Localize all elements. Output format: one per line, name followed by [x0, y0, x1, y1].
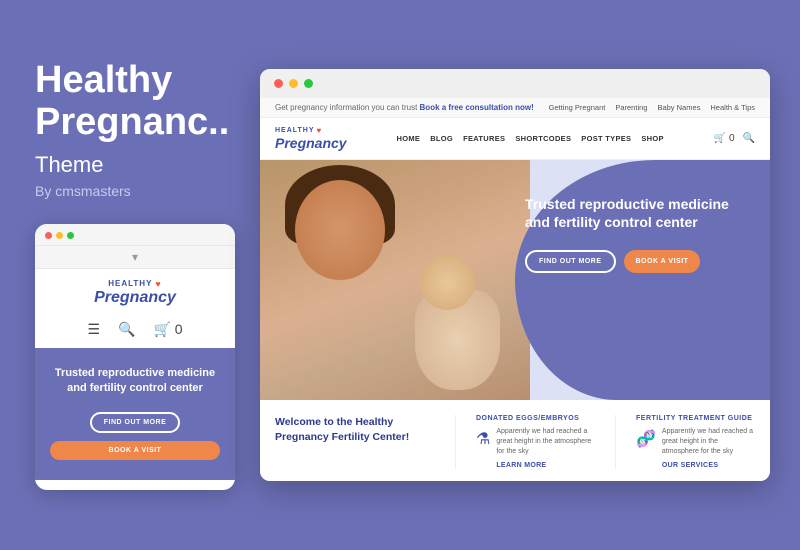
browser-dot-yellow	[289, 79, 298, 88]
ann-nav-parenting[interactable]: Parenting	[615, 103, 647, 112]
hamburger-icon[interactable]: ☰	[87, 321, 100, 338]
hero-image	[260, 160, 530, 400]
announcement-bar: Get pregnancy information you can trust …	[260, 98, 770, 118]
mobile-logo-pregnancy: Pregnancy	[94, 289, 176, 307]
mobile-hero-section: Trusted reproductive medicine and fertil…	[35, 348, 235, 480]
theme-author: By cmsmasters	[35, 183, 245, 199]
mobile-find-out-button[interactable]: FIND OUT MORE	[90, 412, 181, 433]
ann-nav-getting-pregnant[interactable]: Getting Pregnant	[549, 103, 606, 112]
info-col-eggs: DONATED EGGS/EMBRYOS ⚗ Apparently we had…	[476, 415, 595, 468]
mobile-dropdown-bar: ▾	[35, 246, 235, 269]
dna-icon: 🧬	[636, 429, 656, 449]
nav-features[interactable]: FEATURES	[463, 134, 505, 143]
mobile-book-visit-button[interactable]: BOOK A VISIT	[50, 441, 220, 460]
nav-shortcodes[interactable]: SHORTCODES	[515, 134, 571, 143]
mobile-dot-red	[45, 232, 52, 239]
hero-find-out-button[interactable]: FIND OUT MORE	[525, 250, 616, 273]
search-icon[interactable]: 🔍	[118, 321, 135, 338]
theme-title: Healthy Pregnanc..	[35, 60, 245, 144]
info-section: Welcome to the Healthy Pregnancy Fertili…	[260, 400, 770, 480]
left-panel: Healthy Pregnanc.. Theme By cmsmasters ▾…	[35, 60, 245, 489]
info-col1-link[interactable]: LEARN MORE	[496, 462, 595, 469]
mobile-window-controls	[45, 232, 74, 239]
nav-logo-pregnancy: Pregnancy	[275, 135, 347, 151]
announcement-nav: Getting Pregnant Parenting Baby Names He…	[549, 103, 755, 112]
browser-dot-green	[304, 79, 313, 88]
info-main-title: Welcome to the Healthy Pregnancy Fertili…	[275, 415, 435, 444]
mobile-nav-icons: ☰ 🔍 🛒 0	[35, 315, 235, 348]
mobile-hero-text: Trusted reproductive medicine and fertil…	[50, 366, 220, 397]
chevron-down-icon: ▾	[132, 250, 138, 264]
nav-blog[interactable]: BLOG	[430, 134, 453, 143]
nav-icons: 🛒 0 🔍	[714, 133, 755, 144]
info-col-fertility: FERTILITY TREATMENT GUIDE 🧬 Apparently w…	[636, 415, 755, 468]
nav-heart-icon: ♥	[317, 126, 323, 135]
announcement-text: Get pregnancy information you can trust …	[275, 103, 534, 112]
nav-home[interactable]: HOME	[397, 134, 421, 143]
mobile-top-bar	[35, 224, 235, 246]
hero-title: Trusted reproductive medicine and fertil…	[525, 195, 755, 231]
browser-mockup: Get pregnancy information you can trust …	[260, 69, 770, 480]
info-divider2	[615, 415, 616, 468]
info-col2-text: Apparently we had reached a great height…	[662, 427, 755, 456]
nav-cart[interactable]: 🛒 0	[714, 133, 735, 144]
hero-buttons: FIND OUT MORE BOOK A VISIT	[525, 250, 755, 273]
browser-top-bar	[260, 69, 770, 98]
mobile-logo-area: HEALTHY ♥ Pregnancy	[35, 269, 235, 315]
heart-icon: ♥	[155, 279, 161, 289]
info-col2-label: FERTILITY TREATMENT GUIDE	[636, 415, 755, 422]
info-col1-text: Apparently we had reached a great height…	[496, 427, 595, 456]
hero-content: Trusted reproductive medicine and fertil…	[525, 195, 755, 272]
nav-search-icon[interactable]: 🔍	[743, 133, 755, 144]
browser-dot-red	[274, 79, 283, 88]
ann-nav-baby-names[interactable]: Baby Names	[657, 103, 700, 112]
ann-nav-health-tips[interactable]: Health & Tips	[710, 103, 755, 112]
cart-icon[interactable]: 🛒 0	[153, 321, 182, 338]
info-divider	[455, 415, 456, 468]
info-col1-body: ⚗ Apparently we had reached a great heig…	[476, 427, 595, 468]
mobile-logo: HEALTHY ♥ Pregnancy	[94, 279, 176, 307]
info-col-main: Welcome to the Healthy Pregnancy Fertili…	[275, 415, 435, 468]
announcement-link[interactable]: Book a free consultation now!	[420, 103, 534, 112]
nav-logo-healthy: HEALTHY ♥	[275, 126, 347, 135]
nav-links: HOME BLOG FEATURES SHORTCODES POST TYPES…	[397, 134, 664, 143]
main-nav: HEALTHY ♥ Pregnancy HOME BLOG FEATURES S…	[260, 118, 770, 160]
mobile-dot-green	[67, 232, 74, 239]
nav-post-types[interactable]: POST TYPES	[581, 134, 631, 143]
flask-icon: ⚗	[476, 429, 490, 449]
info-col2-link[interactable]: OUR SERVICES	[662, 462, 755, 469]
info-col2-body: 🧬 Apparently we had reached a great heig…	[636, 427, 755, 468]
info-col1-label: DONATED EGGS/EMBRYOS	[476, 415, 595, 422]
mobile-mockup: ▾ HEALTHY ♥ Pregnancy ☰ 🔍 🛒 0 Trusted re…	[35, 224, 235, 490]
nav-shop[interactable]: SHOP	[641, 134, 663, 143]
theme-subtitle: Theme	[35, 152, 245, 178]
hero-area: Trusted reproductive medicine and fertil…	[260, 160, 770, 400]
mobile-dot-yellow	[56, 232, 63, 239]
mobile-logo-healthy: HEALTHY ♥	[108, 279, 162, 289]
hero-book-visit-button[interactable]: BOOK A VISIT	[624, 250, 701, 273]
nav-logo: HEALTHY ♥ Pregnancy	[275, 126, 347, 151]
